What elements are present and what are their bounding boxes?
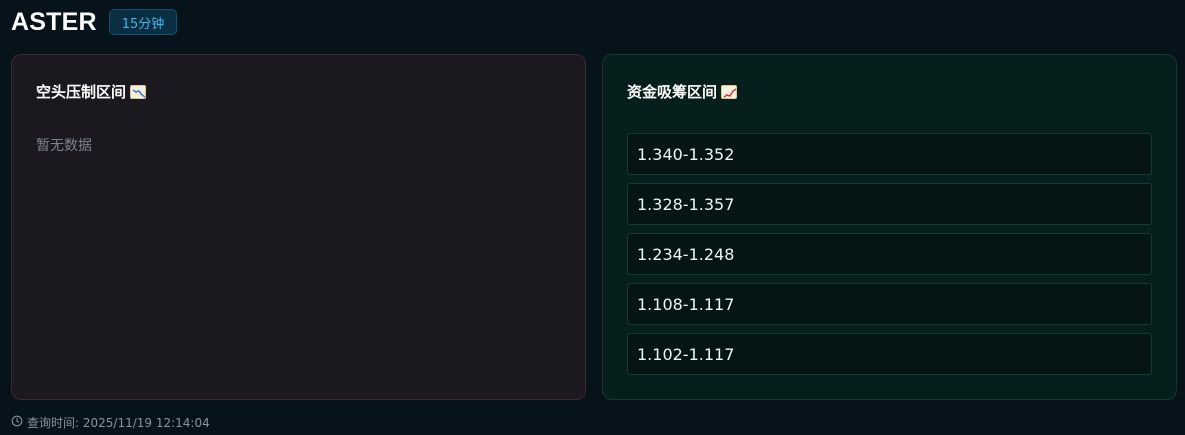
chart-increasing-icon [721, 85, 738, 99]
bullish-panel-title: 资金吸筹区间 [627, 83, 718, 101]
query-time-text: 查询时间: 2025/11/19 12:14:04 [27, 416, 210, 430]
range-item: 1.340-1.352 [627, 133, 1152, 175]
bearish-panel-header: 空头压制区间 [36, 81, 147, 103]
chart-decreasing-icon [130, 85, 147, 99]
bearish-panel-title: 空头压制区间 [36, 83, 127, 101]
header: ASTER 15分钟 [11, 7, 178, 37]
bearish-suppression-panel: 空头压制区间 暂无数据 [11, 54, 586, 400]
bullish-panel-header: 资金吸筹区间 [627, 81, 738, 103]
empty-state-text: 暂无数据 [36, 138, 92, 154]
query-time-footer: 查询时间: 2025/11/19 12:14:04 [11, 415, 210, 431]
range-item: 1.108-1.117 [627, 283, 1152, 325]
range-item: 1.234-1.248 [627, 233, 1152, 275]
capital-accumulation-panel: 资金吸筹区间 1.340-1.352 1.328-1.357 1.234-1.2… [602, 54, 1177, 400]
clock-icon [11, 415, 23, 431]
range-item: 1.102-1.117 [627, 333, 1152, 375]
symbol-title: ASTER [11, 8, 97, 36]
range-item: 1.328-1.357 [627, 183, 1152, 225]
accumulation-range-list: 1.340-1.352 1.328-1.357 1.234-1.248 1.10… [627, 133, 1152, 383]
timeframe-badge[interactable]: 15分钟 [108, 9, 178, 35]
